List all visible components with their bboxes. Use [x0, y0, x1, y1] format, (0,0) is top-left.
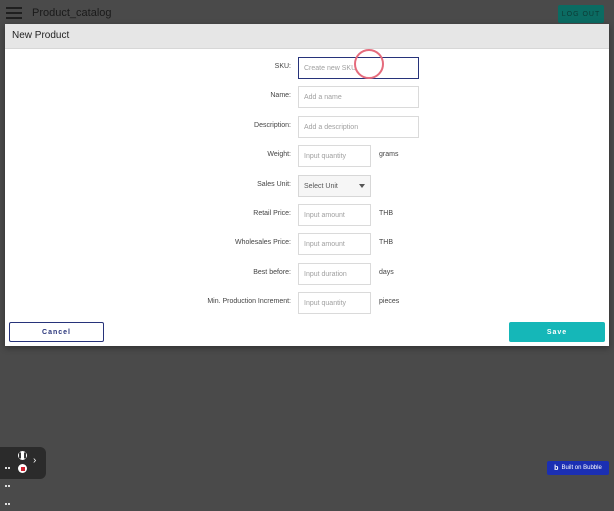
name-input[interactable]: Add a name	[298, 86, 419, 108]
weight-row: Weight: Input quantity grams	[5, 145, 609, 167]
built-on-bubble-badge[interactable]: b Built on Bubble	[547, 461, 609, 475]
bubble-badge-label: Built on Bubble	[561, 465, 602, 471]
chevron-down-icon	[359, 184, 365, 188]
retail-price-row: Retail Price: Input amount THB	[5, 204, 609, 226]
hamburger-menu-icon[interactable]	[6, 7, 22, 19]
cancel-button[interactable]: Cancel	[9, 322, 104, 342]
wholesale-price-label: Wholesales Price:	[234, 239, 291, 246]
weight-label: Weight:	[267, 151, 291, 158]
retail-price-label: Retail Price:	[253, 210, 291, 217]
best-before-row: Best before: Input duration days	[5, 263, 609, 285]
sales-unit-label: Sales Unit:	[257, 181, 291, 188]
retail-price-unit: THB	[379, 210, 393, 217]
save-button[interactable]: Save	[509, 322, 605, 342]
sku-label: SKU:	[274, 63, 291, 70]
app-title: Product_catalog	[32, 7, 112, 19]
best-before-input[interactable]: Input duration	[298, 263, 371, 285]
pause-icon[interactable]: ❚❚	[17, 451, 28, 460]
name-row: Name: Add a name	[5, 86, 609, 108]
sales-unit-select-value: Select Unit	[304, 182, 338, 190]
chevron-right-icon[interactable]: ›	[33, 455, 36, 466]
click-indicator	[354, 49, 384, 79]
min-production-input[interactable]: Input quantity	[298, 292, 371, 314]
sales-unit-select[interactable]: Select Unit	[298, 175, 371, 197]
best-before-label: Best before:	[253, 269, 291, 276]
wholesale-price-input[interactable]: Input amount	[298, 233, 371, 255]
description-input[interactable]: Add a description	[298, 116, 419, 138]
min-production-row: Min. Production Increment: Input quantit…	[5, 292, 609, 314]
debug-toolbar: ❚❚ ›	[0, 447, 46, 505]
weight-unit: grams	[379, 151, 399, 158]
weight-input[interactable]: Input quantity	[298, 145, 371, 167]
modal-title: New Product	[12, 30, 70, 41]
name-label: Name:	[270, 92, 291, 99]
min-production-unit: pieces	[379, 298, 400, 305]
retail-price-input[interactable]: Input amount	[298, 204, 371, 226]
best-before-unit: days	[379, 269, 394, 276]
drag-handle-icon[interactable]	[5, 457, 11, 505]
bubble-logo-icon: b	[554, 464, 559, 472]
sku-row: SKU: Create new SKU	[5, 57, 609, 79]
description-row: Description: Add a description	[5, 116, 609, 138]
min-production-label: Min. Production Increment:	[207, 298, 291, 305]
wholesale-price-row: Wholesales Price: Input amount THB	[5, 233, 609, 255]
description-label: Description:	[254, 122, 291, 129]
stop-icon[interactable]	[18, 464, 27, 473]
wholesale-price-unit: THB	[379, 239, 393, 246]
sales-unit-row: Sales Unit: Select Unit	[5, 175, 609, 197]
logout-button[interactable]: LOG OUT	[558, 5, 604, 23]
modal-header: New Product	[5, 24, 609, 49]
new-product-modal: New Product SKU: Create new SKU Name: Ad…	[5, 24, 609, 346]
